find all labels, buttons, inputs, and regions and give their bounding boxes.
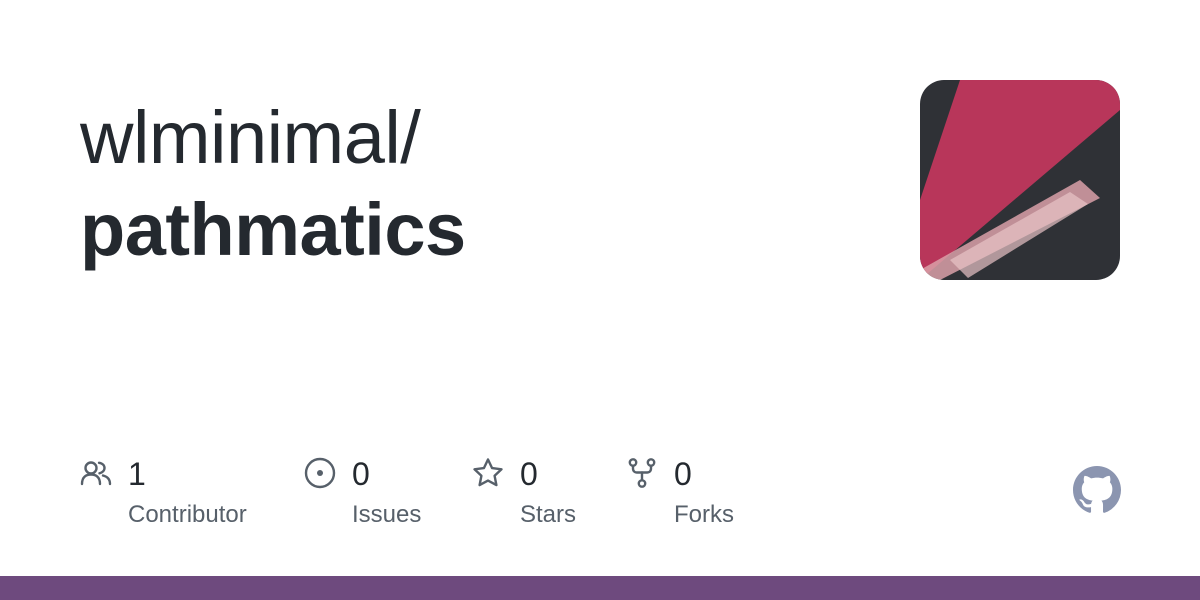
star-icon <box>473 458 503 487</box>
repo-name[interactable]: pathmatics <box>80 184 860 276</box>
forks-count: 0 <box>674 456 692 492</box>
stars-label: Stars <box>520 501 577 528</box>
avatar-image <box>920 80 1120 280</box>
forks-label: Forks <box>674 501 734 528</box>
language-bar <box>0 576 1200 600</box>
contributors-label: Contributor <box>128 501 247 528</box>
github-logo-icon[interactable] <box>1073 466 1121 514</box>
owner-avatar <box>920 80 1120 280</box>
issues-label: Issues <box>352 501 422 528</box>
repo-owner[interactable]: wlminimal/ <box>80 92 860 184</box>
repo-forked-icon <box>628 458 656 488</box>
issue-opened-icon <box>304 457 336 489</box>
people-icon <box>80 461 112 486</box>
repo-title: wlminimal/ pathmatics <box>80 92 860 276</box>
issues-count: 0 <box>352 456 370 492</box>
contributors-count: 1 <box>128 456 146 492</box>
stars-count: 0 <box>520 456 538 492</box>
repo-stats: 1 Contributor 0 Issues 0 Stars 0 Forks <box>0 452 1200 542</box>
